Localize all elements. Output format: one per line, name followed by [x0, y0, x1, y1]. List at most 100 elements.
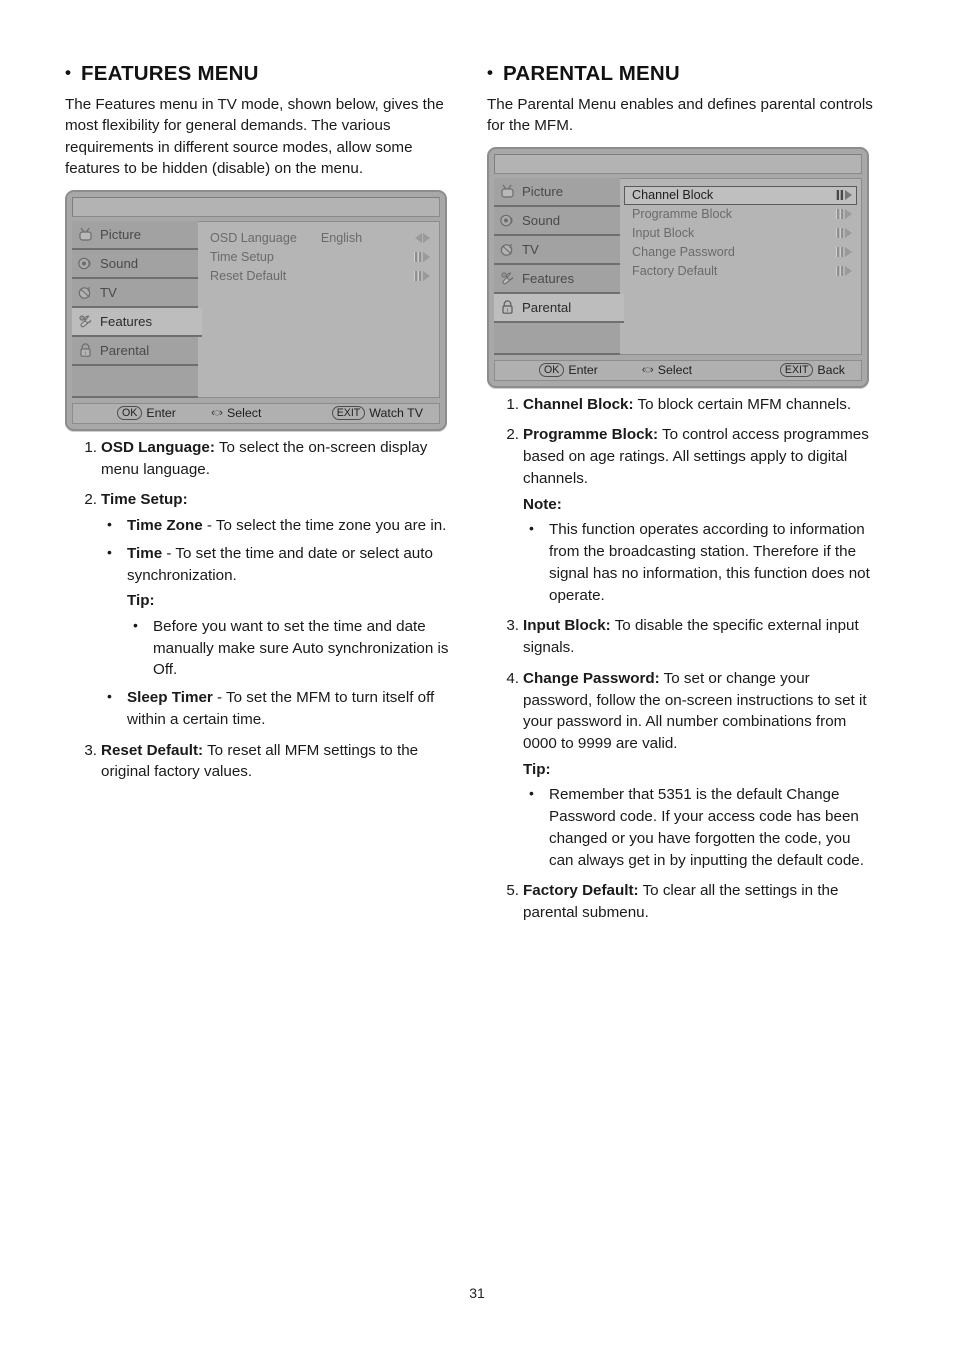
features-osd-screenshot: Picture Sound TV Features i Parental OSD… [65, 189, 447, 431]
osd-footer-select: ‹◌› Select [642, 363, 692, 377]
list-item: 2. Time Setup: • Time Zone - To select t… [65, 489, 457, 730]
osd-footer-ok: OK Enter [117, 406, 176, 421]
osd-footer-ok: OK Enter [539, 363, 598, 378]
osd-row-change-password[interactable]: Change Password [624, 243, 857, 262]
osd-row-reset-default[interactable]: Reset Default [202, 267, 435, 286]
submenu-arrow-icon[interactable] [836, 209, 852, 220]
sidebar-item-tv-label: TV [522, 241, 539, 257]
osd-body: Picture Sound [494, 177, 862, 355]
sidebar-item-sound[interactable]: Sound [72, 250, 198, 279]
sidebar-item-features[interactable]: Features [72, 307, 202, 337]
item-number: 5. [506, 882, 519, 900]
ok-keycap: OK [117, 406, 143, 421]
bullet-text: Remember that 5351 is the default Change… [549, 786, 864, 869]
osd-row-channel-block[interactable]: Channel Block [624, 185, 857, 205]
sidebar-item-parental[interactable]: i Parental [72, 337, 198, 366]
list-item: 3. Input Block: To disable the specific … [487, 615, 879, 658]
submenu-arrow-icon[interactable] [414, 252, 430, 263]
item-text: To block certain MFM channels. [633, 395, 852, 413]
osd-body: Picture Sound [72, 220, 440, 398]
tv-icon [77, 226, 94, 243]
programme-block-note-bullets: • This function operates according to in… [523, 519, 879, 606]
bullet-icon: • [107, 688, 112, 705]
submenu-arrow-icon[interactable] [836, 266, 852, 277]
list-item: • Before you want to set the time and da… [127, 616, 457, 681]
lock-icon: i [77, 342, 94, 359]
list-item: 5. Factory Default: To clear all the set… [487, 880, 879, 923]
osd-row-factory-default[interactable]: Factory Default [624, 262, 857, 281]
item-bold-label: Channel Block: [523, 395, 634, 413]
exit-label: Watch TV [369, 406, 423, 421]
submenu-arrow-icon[interactable] [414, 271, 430, 282]
osd-sidebar: Picture Sound TV Features i Parental [72, 220, 202, 398]
tip-label: Tip: [127, 592, 155, 610]
sidebar-item-features-label: Features [522, 270, 575, 286]
list-item: • Sleep Timer - To set the MFM to turn i… [101, 687, 457, 730]
heading-bullet-icon: • [487, 63, 494, 82]
time-setup-tip-bullets: • Before you want to set the time and da… [127, 616, 457, 681]
bullet-icon: • [107, 543, 112, 560]
exit-label: Back [817, 363, 845, 378]
osd-row-input-block[interactable]: Input Block [624, 224, 857, 243]
right-column: • PARENTAL MENU The Parental Menu enables… [487, 62, 879, 933]
sidebar-item-picture[interactable]: Picture [72, 221, 198, 250]
dpad-icon: ‹◌› [211, 407, 223, 420]
sidebar-item-tv[interactable]: TV [72, 279, 198, 308]
wrench-icon [499, 270, 516, 287]
bullet-text: This function operates according to info… [549, 521, 870, 604]
osd-footer-bar: OK Enter ‹◌› Select EXIT Back [494, 359, 862, 381]
dpad-icon: ‹◌› [641, 364, 654, 377]
submenu-arrow-icon[interactable] [836, 247, 852, 258]
item-number: 3. [84, 741, 97, 759]
osd-options-panel: Channel Block Programme Block Input Bloc… [618, 177, 862, 355]
sidebar-item-sound-label: Sound [522, 212, 561, 228]
item-number: 4. [506, 669, 519, 687]
parental-menu-heading: • PARENTAL MENU [487, 62, 879, 86]
sidebar-item-sound[interactable]: Sound [494, 207, 620, 236]
osd-row-label: Time Setup [210, 250, 274, 265]
item-bold-label: Factory Default: [523, 882, 639, 900]
submenu-arrow-icon[interactable] [836, 190, 852, 201]
sidebar-item-parental[interactable]: i Parental [494, 293, 624, 323]
ok-keycap: OK [539, 363, 565, 378]
features-item-list: 1. OSD Language: To select the on-screen… [65, 437, 457, 783]
osd-row-time-setup[interactable]: Time Setup [202, 248, 435, 267]
antenna-icon [499, 241, 516, 258]
osd-sidebar: Picture Sound TV Features i Parental [494, 177, 624, 355]
item-bold-label: Time Setup: [101, 491, 188, 509]
osd-row-label: OSD Language [210, 231, 297, 246]
osd-row-osd-language[interactable]: OSD Language English [202, 229, 435, 248]
time-setup-bullets: • Time Zone - To select the time zone yo… [101, 515, 457, 731]
item-bold-label: OSD Language: [101, 438, 215, 456]
change-password-tip-bullets: • Remember that 5351 is the default Chan… [523, 784, 879, 871]
item-number: 1. [506, 395, 519, 413]
parental-osd-screenshot: Picture Sound TV Features i Parental Cha… [487, 146, 869, 388]
bullet-icon: • [107, 516, 112, 533]
list-item: 4. Change Password: To set or change you… [487, 668, 879, 872]
osd-row-programme-block[interactable]: Programme Block [624, 205, 857, 224]
sidebar-item-features[interactable]: Features [494, 265, 620, 294]
sidebar-item-tv-label: TV [100, 284, 117, 300]
sidebar-item-picture-label: Picture [522, 183, 564, 199]
features-intro-paragraph: The Features menu in TV mode, shown belo… [65, 95, 444, 178]
sidebar-filler [494, 323, 620, 355]
speaker-icon [77, 255, 94, 272]
select-label: Select [657, 363, 693, 378]
sidebar-item-picture[interactable]: Picture [494, 178, 620, 207]
submenu-arrow-icon[interactable] [836, 228, 852, 239]
page-number: 31 [469, 1285, 485, 1301]
heading-bullet-icon: • [65, 63, 72, 82]
item-number: 3. [506, 617, 519, 635]
manual-page: • FEATURES MENU The Features menu in TV m… [0, 0, 954, 1350]
sidebar-item-tv[interactable]: TV [494, 236, 620, 265]
parental-item-list: 1. Channel Block: To block certain MFM c… [487, 394, 879, 924]
list-item: • Time - To set the time and date or sel… [101, 543, 457, 681]
bullet-icon: • [529, 785, 534, 802]
list-item: • Time Zone - To select the time zone yo… [101, 515, 457, 537]
osd-row-label: Reset Default [210, 269, 287, 284]
osd-footer-exit: EXIT Back [779, 363, 845, 378]
lock-icon: i [499, 299, 516, 316]
osd-row-label: Channel Block [632, 188, 714, 203]
bullet-text: - To select the time zone you are in. [202, 517, 447, 535]
left-right-arrows-icon[interactable] [415, 233, 430, 244]
